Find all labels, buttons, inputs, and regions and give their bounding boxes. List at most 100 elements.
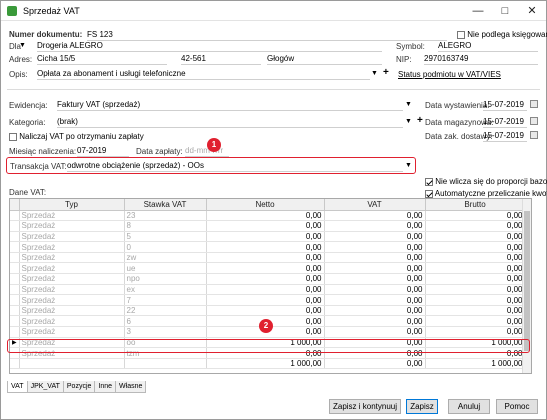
maximize-icon[interactable]: □ (493, 1, 517, 21)
cell-typ[interactable]: Sprzedaż (19, 305, 125, 317)
symbol-field[interactable]: ALEGRO (438, 40, 538, 52)
cell-stawka[interactable]: 3 (124, 326, 207, 338)
cell-netto[interactable]: 0,00 (206, 210, 325, 222)
header-typ[interactable]: Typ (19, 199, 125, 211)
calendar-icon[interactable] (530, 131, 538, 139)
cell-netto[interactable]: 0,00 (206, 294, 325, 306)
cell-brutto[interactable]: 0,00 (425, 252, 526, 264)
tab-pozycje[interactable]: Pozycje (62, 381, 96, 393)
cell-stawka[interactable]: 22 (124, 305, 207, 317)
cell-netto[interactable]: 0,00 (206, 262, 325, 275)
cell-stawka[interactable]: 6 (124, 315, 207, 328)
cell-vat[interactable]: 0,00 (324, 326, 426, 338)
tab-jpk-vat[interactable]: JPK_VAT (26, 381, 64, 393)
cell-brutto[interactable]: 0,00 (425, 305, 526, 317)
desc-add-icon[interactable]: + (383, 67, 389, 78)
magazynowa-field[interactable]: 15-07-2019 (483, 116, 527, 128)
ewidencja-select[interactable]: Faktury VAT (sprzedaż) (57, 99, 403, 111)
cell-vat[interactable]: 0,00 (324, 241, 426, 253)
cell-vat[interactable]: 0,00 (324, 294, 426, 306)
cell-typ[interactable]: Sprzedaż (19, 284, 125, 296)
cell-stawka[interactable]: ex (124, 284, 207, 296)
cell-netto[interactable]: 0,00 (206, 241, 325, 253)
cell-vat[interactable]: 0,00 (324, 262, 426, 275)
miesiac-field[interactable]: 07-2019 (77, 145, 129, 157)
naliczaj-checkbox[interactable]: Naliczaj VAT po otrzymaniu zapłaty (9, 132, 144, 141)
transakcja-dropdown-icon[interactable]: ▼ (405, 160, 412, 172)
customer-field[interactable]: Drogeria ALEGRO (37, 40, 382, 52)
cell-brutto[interactable]: 0,00 (425, 241, 526, 253)
cell-vat[interactable]: 0,00 (324, 284, 426, 296)
cell-stawka[interactable]: 0 (124, 241, 207, 253)
street-field[interactable]: Cicha 15/5 (37, 53, 167, 65)
cell-brutto[interactable]: 0,00 (425, 262, 526, 275)
scroll-thumb[interactable] (524, 211, 530, 351)
nie-wlicza-checkbox[interactable]: Nie wlicza się do proporcji bazowej (425, 177, 547, 186)
cell-typ[interactable]: Sprzedaż (19, 326, 125, 338)
help-button[interactable]: Pomoc (496, 399, 538, 414)
save-button[interactable]: Zapisz (406, 399, 438, 414)
dostawy-field[interactable]: 15-07-2019 (483, 130, 527, 142)
cell-brutto[interactable]: 0,00 (425, 231, 526, 243)
ewidencja-dropdown-icon[interactable]: ▼ (405, 99, 412, 111)
cell-typ[interactable]: Sprzedaż (19, 210, 125, 222)
cell-brutto[interactable]: 0,00 (425, 273, 526, 285)
cell-stawka[interactable]: 23 (124, 210, 207, 222)
header-netto[interactable]: Netto (206, 199, 325, 211)
cell-typ[interactable]: Sprzedaż (19, 252, 125, 264)
cell-stawka[interactable]: 5 (124, 231, 207, 243)
cell-typ[interactable]: Sprzedaż (19, 273, 125, 285)
cell-netto[interactable]: 0,00 (206, 252, 325, 264)
cancel-button[interactable]: Anuluj (448, 399, 490, 414)
tab-wlasne[interactable]: Własne (115, 381, 147, 393)
table-row[interactable]: Sprzedaż 5 0,00 0,00 0,00 (10, 231, 526, 243)
cell-brutto[interactable]: 0,00 (425, 326, 526, 338)
desc-dropdown-icon[interactable]: ▼ (371, 68, 378, 80)
postal-field[interactable]: 42-561 (181, 53, 261, 65)
table-row[interactable]: Sprzedaż 23 0,00 0,00 0,00 (10, 210, 526, 222)
cell-vat[interactable]: 0,00 (324, 252, 426, 264)
auto-checkbox[interactable]: Automatyczne przeliczanie kwot (425, 189, 547, 198)
cell-vat[interactable]: 0,00 (324, 210, 426, 222)
cell-netto[interactable]: 0,00 (206, 231, 325, 243)
cell-vat[interactable]: 0,00 (324, 305, 426, 317)
cell-brutto[interactable]: 0,00 (425, 294, 526, 306)
cell-vat[interactable]: 0,00 (324, 231, 426, 243)
cell-typ[interactable]: Sprzedaż (19, 294, 125, 306)
cell-brutto[interactable]: 0,00 (425, 284, 526, 296)
transakcja-select[interactable]: odwrotne obciążenie (sprzedaż) - OOs (67, 160, 403, 172)
nip-field[interactable]: 2970163749 (424, 53, 538, 65)
table-row[interactable]: Sprzedaż npo 0,00 0,00 0,00 (10, 273, 526, 285)
table-row[interactable]: Sprzedaż ex 0,00 0,00 0,00 (10, 284, 526, 296)
cell-typ[interactable]: Sprzedaż (19, 241, 125, 253)
desc-field[interactable]: Opłata za abonament i usługi telefoniczn… (37, 68, 370, 80)
calendar-icon[interactable] (530, 100, 538, 108)
tab-inne[interactable]: Inne (94, 381, 117, 393)
kategoria-dropdown-icon[interactable]: ▼ (405, 116, 412, 128)
header-vat[interactable]: VAT (324, 199, 426, 211)
cell-stawka[interactable]: npo (124, 273, 207, 285)
cell-netto[interactable]: 0,00 (206, 284, 325, 296)
kategoria-select[interactable]: (brak) (57, 116, 403, 128)
cell-stawka[interactable]: ue (124, 262, 207, 275)
header-stawka[interactable]: Stawka VAT (124, 199, 207, 211)
cell-vat[interactable]: 0,00 (324, 315, 426, 328)
cell-brutto[interactable]: 0,00 (425, 315, 526, 328)
cell-brutto[interactable]: 0,00 (425, 210, 526, 222)
table-row[interactable]: Sprzedaż 0 0,00 0,00 0,00 (10, 241, 526, 253)
cell-stawka[interactable]: 7 (124, 294, 207, 306)
table-row[interactable]: Sprzedaż 22 0,00 0,00 0,00 (10, 305, 526, 317)
city-field[interactable]: Głogów (267, 53, 382, 65)
calendar-icon[interactable] (530, 117, 538, 125)
close-icon[interactable]: ✕ (520, 1, 544, 21)
table-row[interactable]: Sprzedaż 7 0,00 0,00 0,00 (10, 294, 526, 306)
vat-status-link[interactable]: Status podmiotu w VAT/VIES (398, 70, 501, 79)
minimize-icon[interactable]: — (466, 1, 490, 21)
not-posted-checkbox[interactable]: Nie podlega księgowaniu (457, 30, 547, 39)
save-continue-button[interactable]: Zapisz i kontynuuj (329, 399, 401, 414)
cell-netto[interactable]: 0,00 (206, 220, 325, 232)
table-row[interactable]: Sprzedaż 8 0,00 0,00 0,00 (10, 220, 526, 232)
wystawienia-field[interactable]: 15-07-2019 (483, 99, 527, 111)
cell-typ[interactable]: Sprzedaż (19, 262, 125, 275)
table-row[interactable]: Sprzedaż zw 0,00 0,00 0,00 (10, 252, 526, 264)
